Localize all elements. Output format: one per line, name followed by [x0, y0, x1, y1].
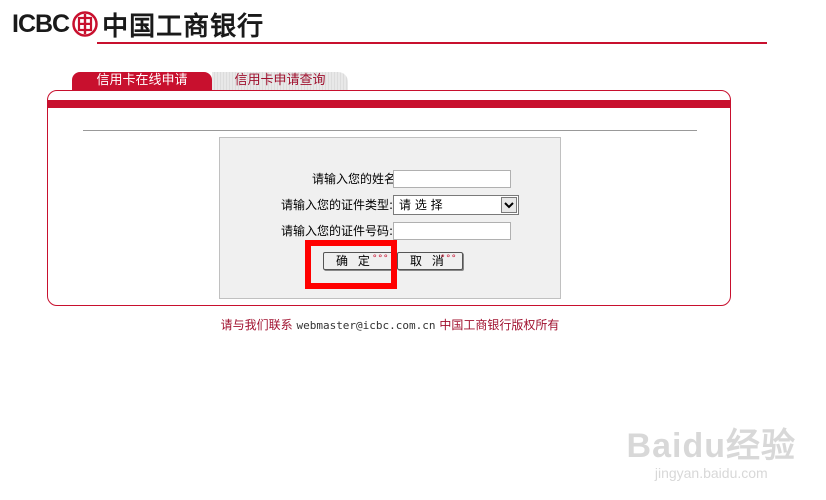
chevron-down-icon[interactable]	[501, 197, 517, 213]
name-label: 请输入您的姓名:	[311, 172, 400, 186]
tab-online-application[interactable]: 信用卡在线申请	[72, 72, 212, 90]
cancel-button[interactable]: 取 消 °°°	[397, 252, 463, 270]
icbc-logo: ICBC 中国工商银行	[12, 6, 264, 42]
logo-cn-text: 中国工商银行	[102, 11, 265, 42]
panel-header-band	[48, 100, 730, 108]
footer-contact: 请与我们联系	[220, 318, 293, 332]
id-type-selected-value: 请 选 择	[399, 198, 443, 212]
baidu-watermark: Baidu经验 jingyan.baidu.com	[627, 418, 796, 481]
icbc-emblem-icon	[72, 11, 98, 37]
panel-divider	[83, 130, 697, 131]
footer-copyright: 中国工商银行版权所有	[439, 318, 560, 332]
button-dots-icon: °°°	[440, 254, 457, 264]
watermark-url: jingyan.baidu.com	[654, 465, 768, 481]
tab-application-query[interactable]: 信用卡申请查询	[212, 72, 348, 90]
name-input[interactable]	[393, 170, 511, 188]
id-number-label: 请输入您的证件号码:	[280, 224, 393, 238]
footer-email-link[interactable]: webmaster@icbc.com.cn	[296, 319, 435, 332]
id-type-label: 请输入您的证件类型:	[280, 198, 393, 212]
watermark-logo: Baidu经验	[626, 427, 796, 465]
id-type-select[interactable]: 请 选 择	[393, 195, 519, 215]
confirm-highlight-box	[305, 240, 397, 289]
footer: 请与我们联系 webmaster@icbc.com.cn 中国工商银行版权所有	[0, 316, 780, 333]
id-number-input[interactable]	[393, 222, 511, 240]
header-divider	[97, 42, 767, 44]
logo-en-text: ICBC	[12, 9, 70, 38]
